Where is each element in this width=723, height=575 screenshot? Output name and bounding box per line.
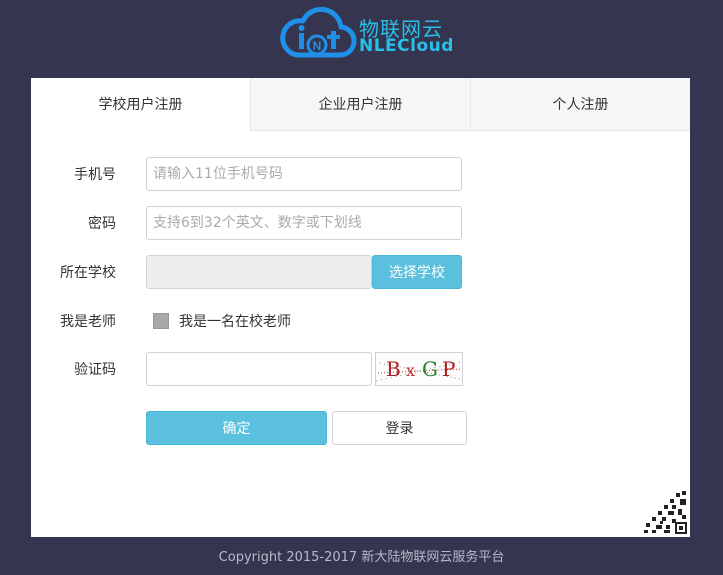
- register-tabs: 学校用户注册 企业用户注册 个人注册: [31, 78, 690, 131]
- register-panel: 学校用户注册 企业用户注册 个人注册 手机号 密码 所在学校 选择学校 我是老师…: [31, 78, 690, 537]
- password-row: 密码: [31, 206, 690, 240]
- teacher-row: 我是老师 我是一名在校老师: [31, 304, 690, 338]
- school-row: 所在学校 选择学校: [31, 255, 690, 289]
- teacher-checkbox[interactable]: [153, 313, 169, 329]
- phone-input[interactable]: [146, 157, 462, 191]
- teacher-checkbox-label[interactable]: 我是一名在校老师: [179, 311, 291, 331]
- captcha-row: 验证码 B x G P: [31, 352, 690, 386]
- confirm-button[interactable]: 确定: [146, 411, 327, 445]
- footer-copyright: Copyright 2015-2017 新大陆物联网云服务平台: [218, 550, 505, 565]
- actions-row: 确定 登录: [31, 411, 690, 445]
- qr-code-icon[interactable]: [642, 489, 688, 535]
- teacher-label: 我是老师: [60, 314, 116, 330]
- tab-school-user[interactable]: 学校用户注册: [31, 78, 250, 131]
- captcha-input[interactable]: [146, 352, 372, 386]
- cloud-iot-icon: N: [280, 7, 357, 58]
- captcha-char-2: x: [406, 361, 416, 380]
- tab-enterprise-user[interactable]: 企业用户注册: [250, 78, 470, 131]
- school-input: [146, 255, 372, 289]
- password-label: 密码: [88, 216, 116, 232]
- tab-personal[interactable]: 个人注册: [470, 78, 690, 131]
- captcha-char-4: P: [442, 357, 456, 381]
- phone-row: 手机号: [31, 157, 690, 191]
- captcha-image[interactable]: B x G P: [375, 352, 463, 386]
- svg-text:N: N: [313, 39, 322, 53]
- captcha-char-3: G: [422, 357, 438, 381]
- school-label: 所在学校: [60, 265, 116, 281]
- brand-name-en: NLECloud: [359, 36, 454, 56]
- choose-school-button[interactable]: 选择学校: [372, 255, 462, 289]
- captcha-label: 验证码: [74, 362, 116, 378]
- phone-label: 手机号: [74, 167, 116, 183]
- login-button[interactable]: 登录: [332, 411, 467, 445]
- password-input[interactable]: [146, 206, 462, 240]
- brand-logo: N 物联网云 NLECloud: [279, 7, 453, 61]
- captcha-char-1: B: [386, 357, 401, 381]
